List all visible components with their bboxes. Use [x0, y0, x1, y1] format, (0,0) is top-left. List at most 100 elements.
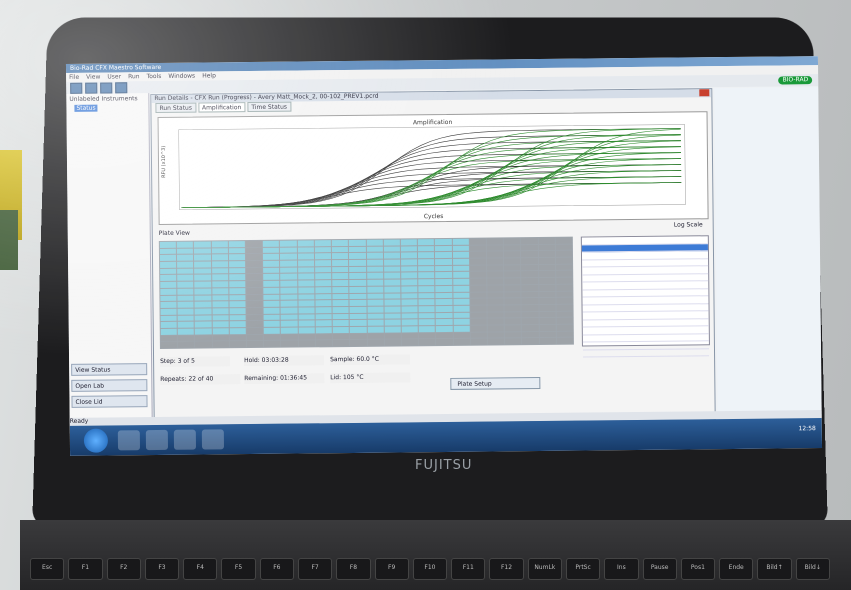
close-icon[interactable]	[699, 89, 710, 97]
plate-well[interactable]	[418, 326, 436, 332]
menu-item-file[interactable]: File	[69, 74, 79, 81]
plate-well[interactable]	[453, 318, 470, 325]
plate-well[interactable]	[452, 292, 470, 299]
plate-well[interactable]	[504, 285, 521, 291]
plate-well[interactable]	[297, 247, 314, 253]
plate-well[interactable]	[349, 306, 367, 313]
menu-item-tools[interactable]: Tools	[147, 73, 162, 80]
plate-well[interactable]	[281, 327, 298, 334]
key-19[interactable]: Bild↑	[757, 558, 792, 580]
plate-well[interactable]	[487, 298, 504, 305]
plate-well[interactable]	[159, 248, 177, 255]
plate-well[interactable]	[555, 264, 573, 271]
plate-well[interactable]	[349, 300, 367, 306]
plate-well[interactable]	[539, 324, 556, 331]
plate-well[interactable]	[417, 239, 435, 245]
plate-well[interactable]	[556, 324, 573, 331]
plate-well[interactable]	[469, 245, 486, 252]
plate-well[interactable]	[521, 264, 538, 271]
menu-item-run[interactable]: Run	[128, 73, 140, 80]
key-11[interactable]: F11	[451, 558, 486, 580]
plate-well[interactable]	[228, 247, 245, 254]
plate-well[interactable]	[246, 327, 264, 334]
key-14[interactable]: PrtSc	[565, 558, 601, 580]
plate-well[interactable]	[521, 284, 538, 291]
plate-well[interactable]	[504, 258, 521, 265]
plate-well[interactable]	[435, 299, 453, 305]
plate-well[interactable]	[470, 305, 487, 312]
plate-well[interactable]	[246, 254, 263, 261]
key-8[interactable]: F8	[336, 558, 371, 580]
toolbar-new-icon[interactable]	[85, 82, 98, 94]
plate-well[interactable]	[281, 334, 298, 341]
plate-well[interactable]	[521, 238, 538, 244]
plate-well[interactable]	[194, 301, 212, 308]
plate-well[interactable]	[177, 321, 195, 328]
plate-well[interactable]	[470, 332, 487, 339]
plate-well[interactable]	[521, 258, 538, 264]
plate-well[interactable]	[503, 238, 521, 245]
menu-item-user[interactable]: User	[107, 73, 121, 80]
cfx-icon[interactable]	[201, 429, 225, 450]
plate-well[interactable]	[418, 279, 435, 286]
plate-well[interactable]	[418, 312, 435, 319]
plate-well[interactable]	[487, 291, 504, 298]
tab-run-status[interactable]: Run Status	[155, 102, 197, 114]
plate-well[interactable]	[263, 254, 280, 260]
plate-well[interactable]	[229, 307, 246, 314]
plate-well[interactable]	[212, 328, 229, 335]
plate-well[interactable]	[263, 267, 280, 274]
plate-well[interactable]	[177, 315, 195, 322]
plate-well[interactable]	[538, 271, 556, 278]
plate-well[interactable]	[469, 251, 486, 258]
plate-well[interactable]	[297, 287, 315, 294]
plate-well[interactable]	[280, 273, 297, 280]
plate-well[interactable]	[366, 273, 383, 279]
plate-well[interactable]	[315, 300, 332, 307]
plate-well[interactable]	[194, 241, 211, 248]
key-2[interactable]: F2	[106, 558, 141, 580]
plate-well[interactable]	[504, 291, 521, 298]
plate-well[interactable]	[298, 327, 315, 334]
view-status-button[interactable]: View Status	[71, 363, 148, 376]
plate-well[interactable]	[504, 298, 521, 305]
plate-well[interactable]	[521, 311, 539, 318]
plate-well[interactable]	[177, 254, 194, 261]
plate-well[interactable]	[263, 300, 280, 307]
plate-well[interactable]	[349, 286, 366, 293]
plate-well[interactable]	[366, 299, 384, 306]
plate-well[interactable]	[263, 307, 281, 314]
plate-well[interactable]	[366, 266, 383, 273]
plate-well[interactable]	[504, 278, 521, 285]
plate-well[interactable]	[332, 266, 349, 273]
plate-well[interactable]	[401, 286, 418, 292]
plate-well[interactable]	[505, 338, 522, 345]
plate-well[interactable]	[384, 292, 401, 299]
plate-well[interactable]	[195, 341, 212, 348]
plate-well[interactable]	[435, 312, 453, 319]
plate-well[interactable]	[194, 254, 211, 261]
plate-well[interactable]	[177, 308, 195, 315]
plate-well[interactable]	[229, 281, 246, 288]
plate-well[interactable]	[331, 240, 349, 246]
plate-well[interactable]	[246, 321, 263, 328]
key-17[interactable]: Pos1	[680, 558, 716, 580]
key-9[interactable]: F9	[374, 558, 409, 580]
plate-well[interactable]	[383, 266, 401, 273]
plate-well[interactable]	[539, 298, 556, 304]
plate-well[interactable]	[315, 313, 332, 320]
plate-well[interactable]	[177, 288, 194, 295]
plate-well[interactable]	[453, 325, 470, 332]
key-6[interactable]: F6	[259, 558, 294, 580]
plate-well[interactable]	[418, 292, 435, 299]
plate-well[interactable]	[160, 328, 178, 335]
plate-well[interactable]	[177, 261, 194, 268]
media-icon[interactable]	[173, 429, 197, 450]
plate-well[interactable]	[194, 294, 212, 301]
plate-well[interactable]	[487, 311, 504, 318]
plate-well[interactable]	[487, 325, 504, 332]
plate-well[interactable]	[264, 334, 281, 341]
plate-well[interactable]	[280, 280, 297, 287]
key-13[interactable]: NumLk	[527, 558, 562, 580]
plate-well[interactable]	[418, 272, 435, 279]
